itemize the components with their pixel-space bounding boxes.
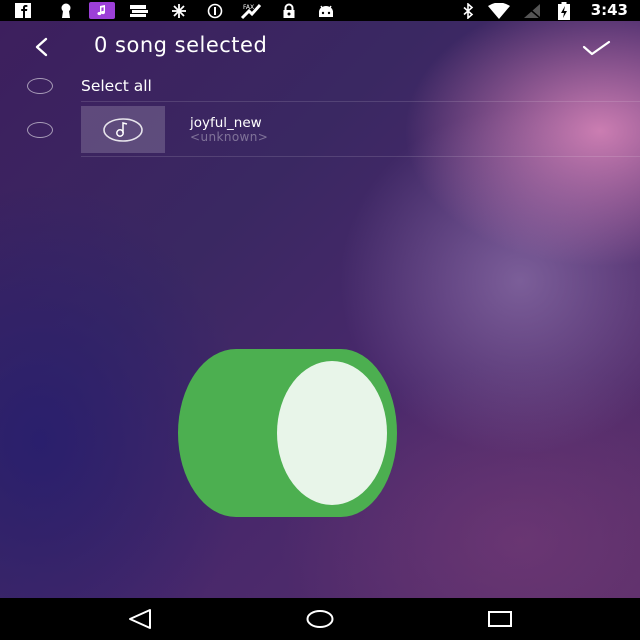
- page-title: 0 song selected: [94, 33, 268, 57]
- lock-icon: [280, 2, 298, 19]
- battery-charging-icon: [556, 1, 572, 20]
- song-title: joyful_new: [190, 115, 262, 131]
- no-signal-icon: [522, 2, 542, 19]
- divider: [81, 156, 640, 157]
- chevron-left-icon[interactable]: [28, 33, 56, 61]
- music-app-icon: [89, 2, 115, 19]
- bluetooth-icon: [460, 2, 476, 19]
- alert-circle-icon: [204, 2, 226, 19]
- song-artist: <unknown>: [190, 130, 269, 144]
- clock: 3:43: [590, 1, 628, 19]
- fax-icon: FAX: [238, 2, 264, 19]
- svg-text:FAX: FAX: [243, 4, 254, 11]
- select-all-row[interactable]: Select all: [0, 71, 640, 102]
- home-circle-icon[interactable]: [306, 606, 334, 632]
- navigation-bar: [0, 598, 640, 640]
- song-select-radio[interactable]: [27, 122, 53, 138]
- status-bar: FAX 3:43: [0, 0, 640, 21]
- checkmark-icon[interactable]: [578, 33, 614, 61]
- song-thumbnail: [81, 106, 165, 153]
- back-triangle-icon[interactable]: [126, 606, 154, 632]
- green-capsule-button[interactable]: [176, 348, 398, 518]
- music-note-icon: [102, 117, 144, 143]
- select-all-label: Select all: [81, 77, 152, 95]
- recents-square-icon[interactable]: [486, 606, 514, 632]
- settings-burst-icon: [168, 2, 190, 19]
- select-all-radio[interactable]: [27, 78, 53, 94]
- action-bar: 0 song selected: [0, 21, 640, 71]
- wifi-icon: [486, 2, 512, 19]
- tray-icon: [128, 2, 150, 19]
- keyhole-icon: [56, 2, 76, 19]
- android-icon: [316, 2, 336, 19]
- facebook-icon: [14, 2, 32, 19]
